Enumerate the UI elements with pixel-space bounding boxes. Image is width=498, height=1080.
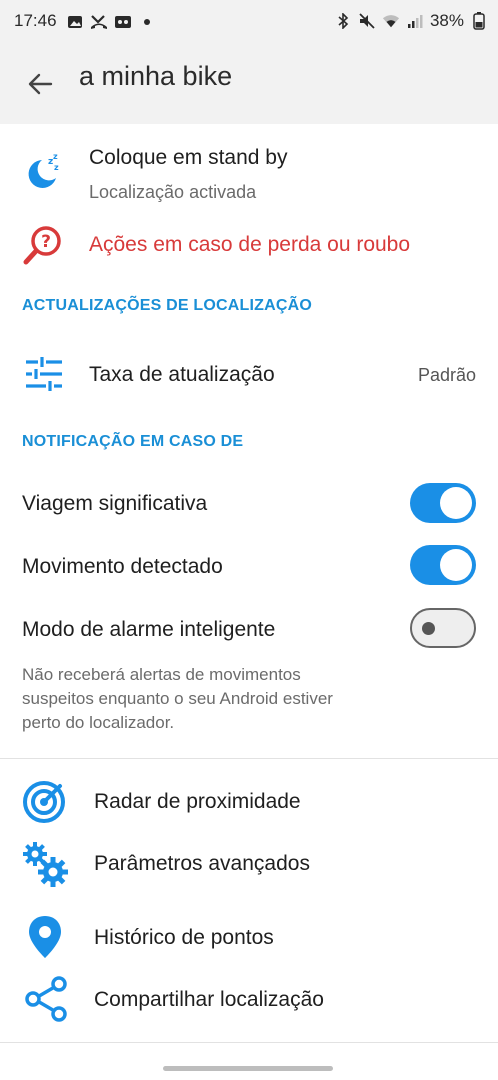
section-location-updates: ACTUALIZAÇÕES DE LOCALIZAÇÃO [22, 297, 313, 314]
voicemail-icon [114, 13, 132, 31]
section-notifications: NOTIFICAÇÃO EM CASO DE [22, 433, 244, 450]
smart-alarm-hint: Não receberá alertas de movimentos suspe… [22, 665, 333, 732]
app-bar: a minha bike [0, 44, 498, 124]
battery-percent: 38% [429, 11, 464, 30]
menu-item-label: Histórico de pontos [94, 926, 274, 949]
back-button[interactable] [20, 64, 60, 104]
loss-theft-label: Ações em caso de perda ou roubo [89, 233, 411, 256]
page-title: a minha bike [79, 61, 233, 91]
location-pin-icon [26, 914, 64, 960]
sliders-icon [24, 356, 64, 392]
gallery-icon [66, 13, 84, 31]
moon-sleep-icon: z z z [20, 150, 64, 194]
bluetooth-icon [334, 12, 352, 30]
toggle-smart-alarm[interactable] [410, 608, 476, 648]
svg-text:?: ? [41, 232, 51, 252]
svg-text:z: z [53, 152, 58, 161]
arrow-back-icon [28, 73, 53, 95]
svg-text:z: z [54, 163, 59, 172]
notification-label: Modo de alarme inteligente [22, 618, 276, 641]
search-question-icon: ? [22, 224, 64, 266]
radar-icon [22, 780, 66, 824]
toggle-significant-trip[interactable] [410, 483, 476, 523]
status-right-icons: 38% [334, 11, 488, 31]
standby-title: Coloque em stand by [89, 146, 288, 169]
toggle-movement-detected[interactable] [410, 545, 476, 585]
notification-label: Movimento detectado [22, 555, 223, 578]
home-indicator[interactable] [163, 1066, 333, 1071]
battery-icon [470, 12, 488, 30]
dot-icon [138, 13, 156, 31]
wifi-icon [382, 12, 400, 30]
share-icon [24, 976, 68, 1022]
standby-subtitle: Localização activada [89, 182, 257, 202]
status-left-icons [66, 13, 156, 31]
mute-icon [358, 12, 376, 30]
status-time: 17:46 [14, 11, 57, 30]
update-rate-value: Padrão [417, 365, 476, 385]
menu-item-label: Parâmetros avançados [94, 852, 310, 875]
gears-icon [22, 841, 68, 887]
notification-label: Viagem significativa [22, 492, 208, 515]
divider [0, 1042, 498, 1043]
divider [0, 758, 498, 759]
menu-item-label: Compartilhar localização [94, 988, 324, 1011]
update-rate-label: Taxa de atualização [89, 363, 275, 386]
menu-item-label: Radar de proximidade [94, 790, 301, 813]
missed-call-icon [90, 13, 108, 31]
signal-icon [406, 12, 424, 30]
status-bar: 17:46 38% [0, 0, 498, 44]
